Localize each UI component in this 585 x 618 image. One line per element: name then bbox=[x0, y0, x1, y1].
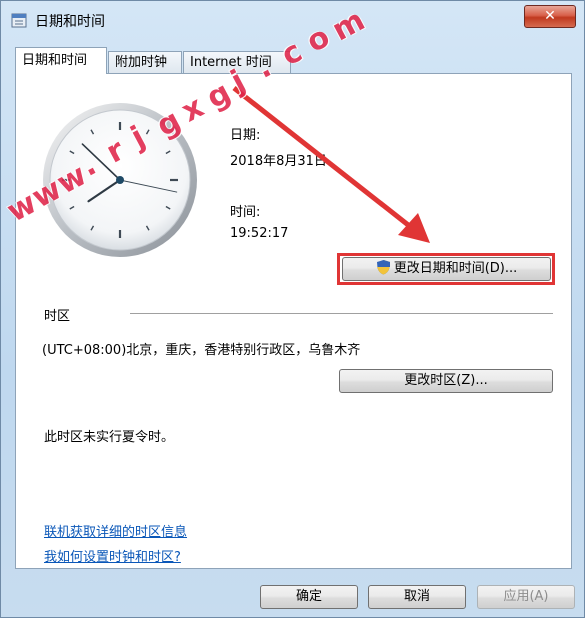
timezone-section-title: 时区 bbox=[44, 309, 71, 324]
tab-internet-time[interactable]: Internet 时间 bbox=[183, 51, 291, 73]
tab-additional-clocks[interactable]: 附加时钟 bbox=[108, 51, 182, 73]
uac-shield-icon bbox=[376, 260, 390, 275]
ok-button[interactable]: 确定 bbox=[260, 585, 358, 609]
tab-date-time[interactable]: 日期和时间 bbox=[15, 47, 107, 74]
date-label: 日期: bbox=[230, 128, 261, 143]
change-date-time-button[interactable]: 更改日期和时间(D)... bbox=[342, 257, 551, 281]
close-button[interactable]: ✕ bbox=[524, 5, 576, 28]
change-date-time-label: 更改日期和时间(D)... bbox=[393, 261, 518, 276]
section-divider bbox=[130, 313, 553, 314]
time-label: 时间: bbox=[230, 205, 261, 220]
clock-center bbox=[116, 176, 124, 184]
clock-calendar-icon bbox=[11, 13, 27, 28]
date-value: 2018年8月31日 bbox=[230, 154, 327, 169]
dst-note: 此时区未实行夏令时。 bbox=[44, 430, 175, 445]
timezone-value: (UTC+08:00)北京，重庆，香港特别行政区，乌鲁木齐 bbox=[42, 343, 361, 358]
analog-clock bbox=[43, 103, 197, 257]
tab-panel: 日期: 2018年8月31日 时间: 19:52:17 更改日期和时间(D)..… bbox=[15, 73, 572, 569]
change-timezone-button[interactable]: 更改时区(Z)... bbox=[339, 369, 553, 393]
help-link[interactable]: 我如何设置时钟和时区? bbox=[44, 546, 181, 565]
date-time-dialog: 日期和时间 ✕ 日期和时间 附加时钟 Internet 时间 日期: 2018年… bbox=[0, 0, 585, 618]
cancel-button[interactable]: 取消 bbox=[368, 585, 466, 609]
time-value: 19:52:17 bbox=[230, 226, 289, 241]
window-title: 日期和时间 bbox=[35, 14, 105, 30]
timezone-info-link[interactable]: 联机获取详细的时区信息 bbox=[44, 521, 187, 540]
title-bar[interactable]: 日期和时间 ✕ bbox=[1, 1, 585, 41]
apply-button[interactable]: 应用(A) bbox=[477, 585, 575, 609]
